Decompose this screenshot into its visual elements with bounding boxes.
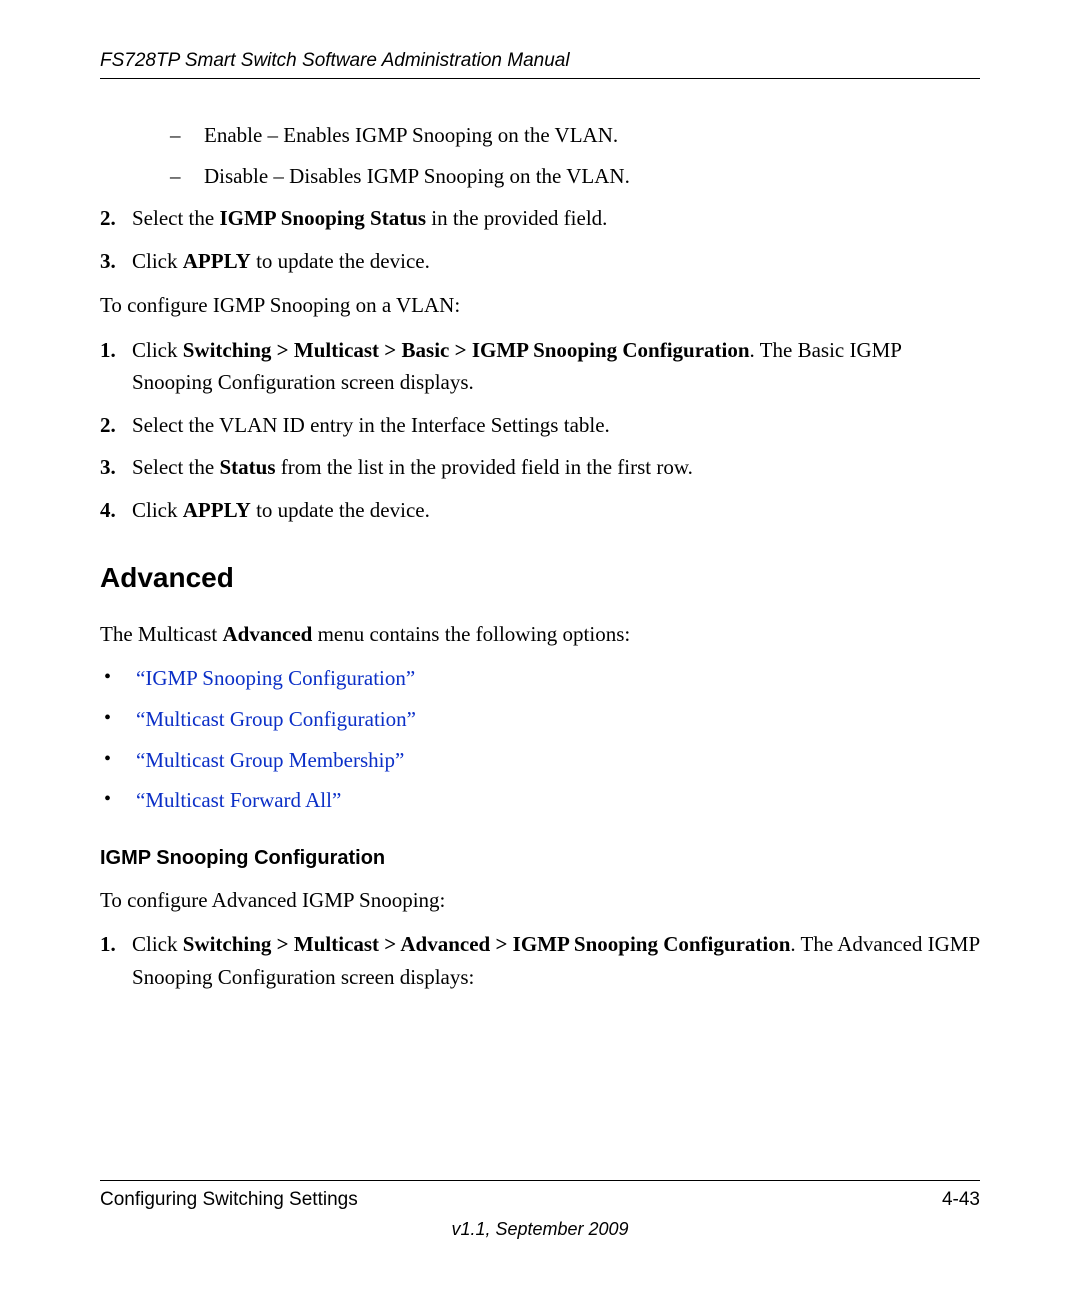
dash-list: Enable – Enables IGMP Snooping on the VL… (100, 119, 980, 192)
body-content: Enable – Enables IGMP Snooping on the VL… (100, 119, 980, 993)
dash-item: Disable – Disables IGMP Snooping on the … (100, 160, 980, 193)
list-item: “Multicast Group Membership” (100, 744, 980, 777)
text: Select the (132, 455, 219, 479)
footer-rule (100, 1180, 980, 1181)
bold-text: APPLY (183, 498, 251, 522)
running-header: FS728TP Smart Switch Software Administra… (100, 50, 980, 79)
bold-text: Status (219, 455, 275, 479)
heading-advanced: Advanced (100, 556, 980, 599)
step-item: Click Switching > Multicast > Advanced >… (100, 928, 980, 993)
text: Click (132, 932, 183, 956)
text: in the provided field. (426, 206, 607, 230)
bold-text: Switching > Multicast > Basic > IGMP Sno… (183, 338, 750, 362)
step-item: Select the VLAN ID entry in the Interfac… (100, 409, 980, 442)
footer-line: Configuring Switching Settings 4-43 (100, 1189, 980, 1211)
paragraph: To configure IGMP Snooping on a VLAN: (100, 289, 980, 322)
link-multicast-group-membership[interactable]: “Multicast Group Membership” (136, 748, 404, 772)
page: FS728TP Smart Switch Software Administra… (0, 0, 1080, 1296)
link-multicast-group-configuration[interactable]: “Multicast Group Configuration” (136, 707, 416, 731)
list-item: “Multicast Group Configuration” (100, 703, 980, 736)
ordered-steps-b: Click Switching > Multicast > Basic > IG… (100, 334, 980, 527)
text: to update the device. (251, 249, 430, 273)
bold-text: IGMP Snooping Status (219, 206, 426, 230)
step-item: Click Switching > Multicast > Basic > IG… (100, 334, 980, 399)
ordered-steps-a: Select the IGMP Snooping Status in the p… (100, 202, 980, 277)
page-footer: Configuring Switching Settings 4-43 v1.1… (100, 1180, 980, 1240)
footer-page-number: 4-43 (942, 1189, 980, 1211)
text: The Multicast (100, 622, 222, 646)
link-multicast-forward-all[interactable]: “Multicast Forward All” (136, 788, 341, 812)
paragraph: To configure Advanced IGMP Snooping: (100, 884, 980, 917)
link-list: “IGMP Snooping Configuration” “Multicast… (100, 662, 980, 816)
paragraph: The Multicast Advanced menu contains the… (100, 618, 980, 651)
text: Click (132, 338, 183, 362)
footer-section: Configuring Switching Settings (100, 1189, 358, 1211)
footer-version: v1.1, September 2009 (100, 1219, 980, 1240)
bold-text: Advanced (222, 622, 312, 646)
text: Select the (132, 206, 219, 230)
list-item: “IGMP Snooping Configuration” (100, 662, 980, 695)
ordered-steps-c: Click Switching > Multicast > Advanced >… (100, 928, 980, 993)
step-item: Click APPLY to update the device. (100, 245, 980, 278)
list-item: “Multicast Forward All” (100, 784, 980, 817)
bold-text: APPLY (183, 249, 251, 273)
link-igmp-snooping-configuration[interactable]: “IGMP Snooping Configuration” (136, 666, 415, 690)
dash-item: Enable – Enables IGMP Snooping on the VL… (100, 119, 980, 152)
heading-igmp-snooping-configuration: IGMP Snooping Configuration (100, 843, 980, 874)
text: Click (132, 498, 183, 522)
step-item: Select the Status from the list in the p… (100, 451, 980, 484)
step-item: Select the IGMP Snooping Status in the p… (100, 202, 980, 235)
text: from the list in the provided field in t… (276, 455, 693, 479)
step-item: Click APPLY to update the device. (100, 494, 980, 527)
text: menu contains the following options: (312, 622, 630, 646)
bold-text: Switching > Multicast > Advanced > IGMP … (183, 932, 791, 956)
text: to update the device. (251, 498, 430, 522)
text: Click (132, 249, 183, 273)
